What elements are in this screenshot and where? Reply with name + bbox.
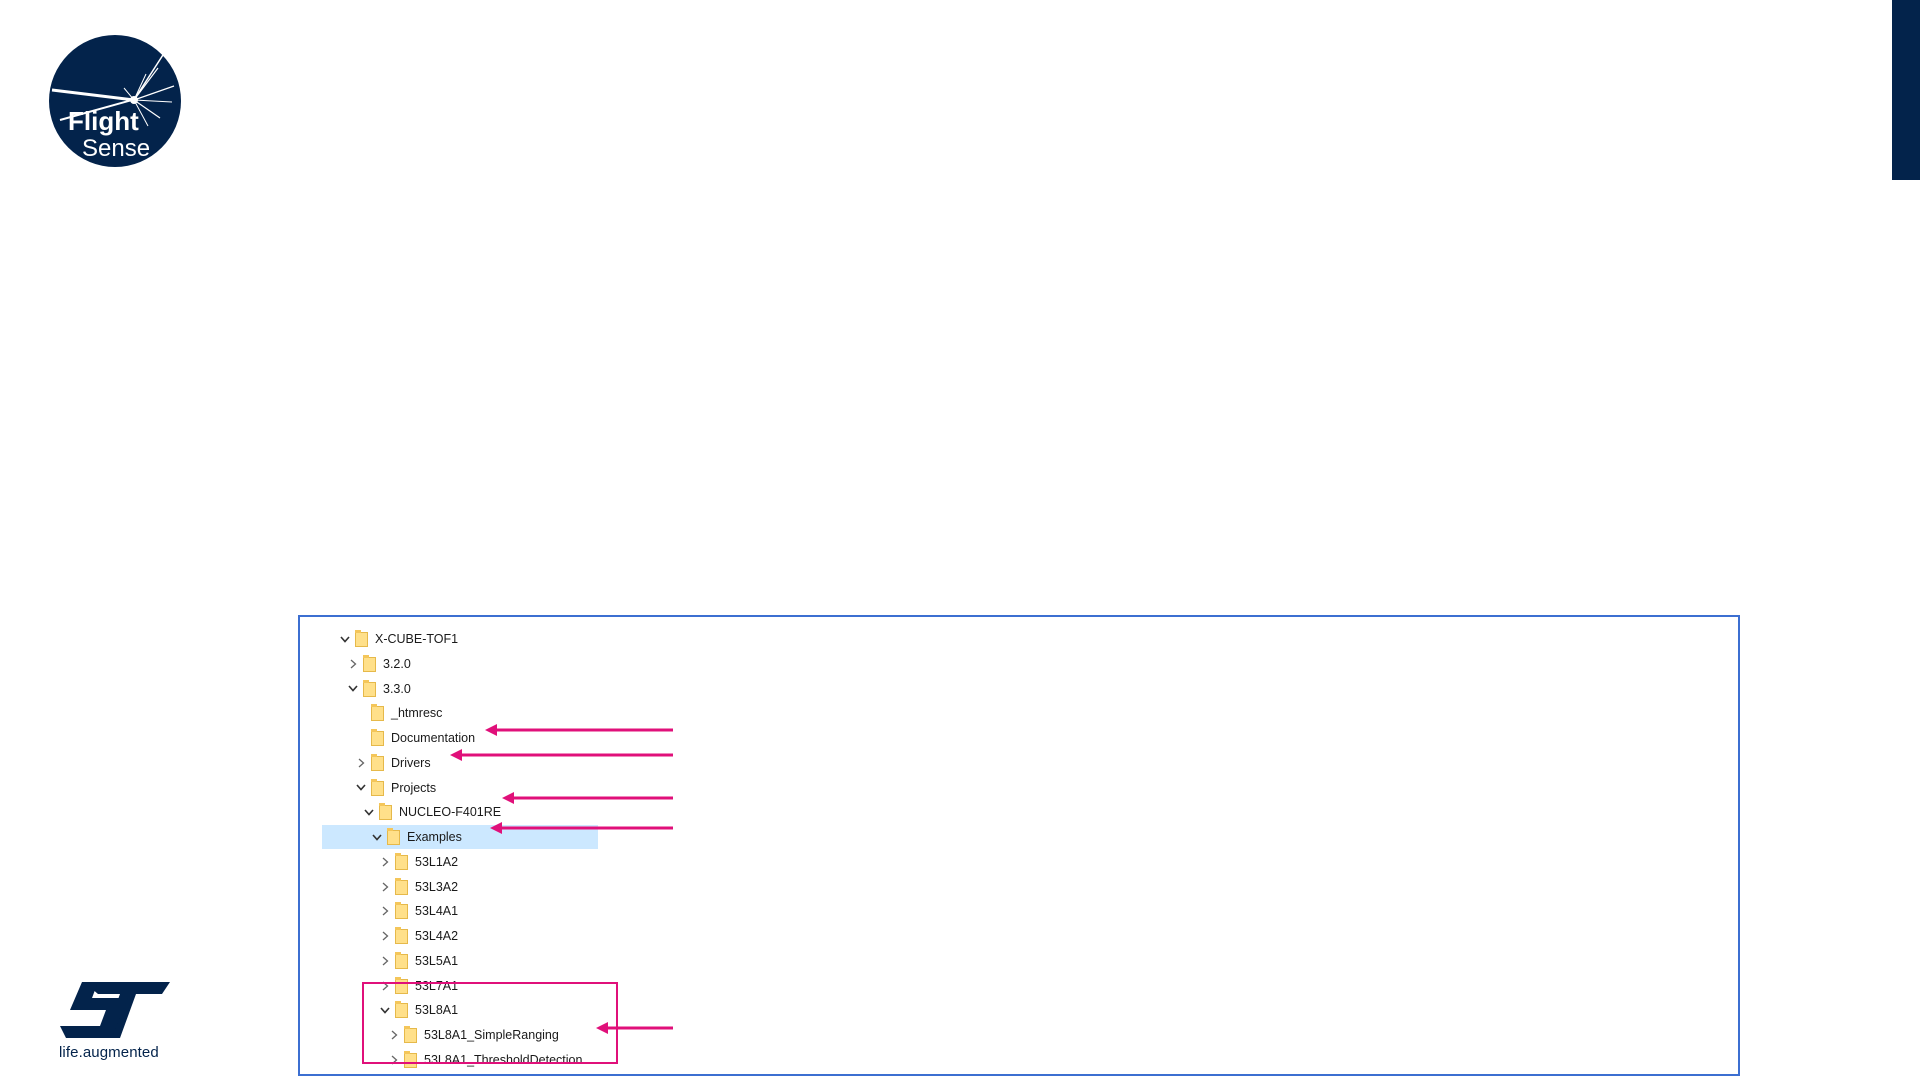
arrow-drivers [450, 749, 673, 761]
folder-icon [395, 951, 408, 969]
arrow-documentation [485, 724, 673, 736]
chevron-down-icon[interactable] [337, 627, 353, 651]
chevron-right-icon[interactable] [377, 850, 393, 874]
chevron-down-icon[interactable] [353, 776, 369, 800]
tree-row-label: Examples [407, 830, 462, 844]
chevron-right-icon[interactable] [377, 875, 393, 899]
folder-icon [379, 803, 392, 821]
tree-row-label: 3.2.0 [383, 656, 411, 671]
folder-icon [363, 679, 376, 697]
chevron-down-icon[interactable] [345, 677, 361, 701]
flightsense-text-sense: Sense [82, 135, 150, 162]
folder-icon [395, 902, 408, 920]
chevron-right-icon[interactable] [377, 924, 393, 948]
tree-row-label: Drivers [391, 755, 431, 770]
arrow-nucleo-f401re [502, 792, 673, 804]
folder-icon [363, 654, 376, 672]
tree-row-label: _htmresc [391, 706, 443, 721]
folder-icon [371, 729, 384, 746]
tree-row-label: 53L5A1 [415, 953, 459, 968]
tree-row-label: Projects [391, 780, 437, 795]
tree-row-label: X-CUBE-TOF1 [375, 632, 459, 646]
tree-row-label: 53L1A2 [415, 854, 459, 869]
folder-icon [371, 704, 384, 722]
flightsense-logo: Flight Sense [48, 34, 182, 168]
folder-icon [395, 927, 408, 944]
highlight-box-53l8a1 [362, 982, 618, 1064]
tree-row-label: NUCLEO-F401RE [399, 805, 502, 820]
flightsense-text-flight: Flight [68, 106, 139, 136]
corner-accent-bar [1892, 0, 1920, 180]
tree-row-label: Documentation [391, 731, 476, 745]
folder-icon [395, 877, 408, 895]
folder-icon [387, 828, 400, 845]
tree-row-label: 53L3A2 [415, 879, 459, 894]
folder-icon [371, 753, 384, 771]
chevron-right-icon[interactable] [353, 751, 369, 775]
chevron-right-icon[interactable] [345, 652, 361, 676]
folder-icon [395, 852, 408, 870]
st-tagline: life.augmented [59, 1044, 159, 1061]
tree-row-label: 53L4A2 [415, 929, 459, 943]
tree-row-label: 53L4A1 [415, 904, 459, 919]
folder-icon [355, 630, 368, 647]
chevron-down-icon[interactable] [361, 800, 377, 824]
tree-row-label: 3.3.0 [383, 681, 411, 696]
folder-icon [371, 778, 384, 796]
chevron-right-icon[interactable] [377, 899, 393, 923]
chevron-down-icon[interactable] [369, 825, 385, 849]
arrow-simple-ranging [596, 1022, 673, 1034]
arrow-examples [490, 822, 673, 834]
chevron-right-icon[interactable] [377, 949, 393, 973]
